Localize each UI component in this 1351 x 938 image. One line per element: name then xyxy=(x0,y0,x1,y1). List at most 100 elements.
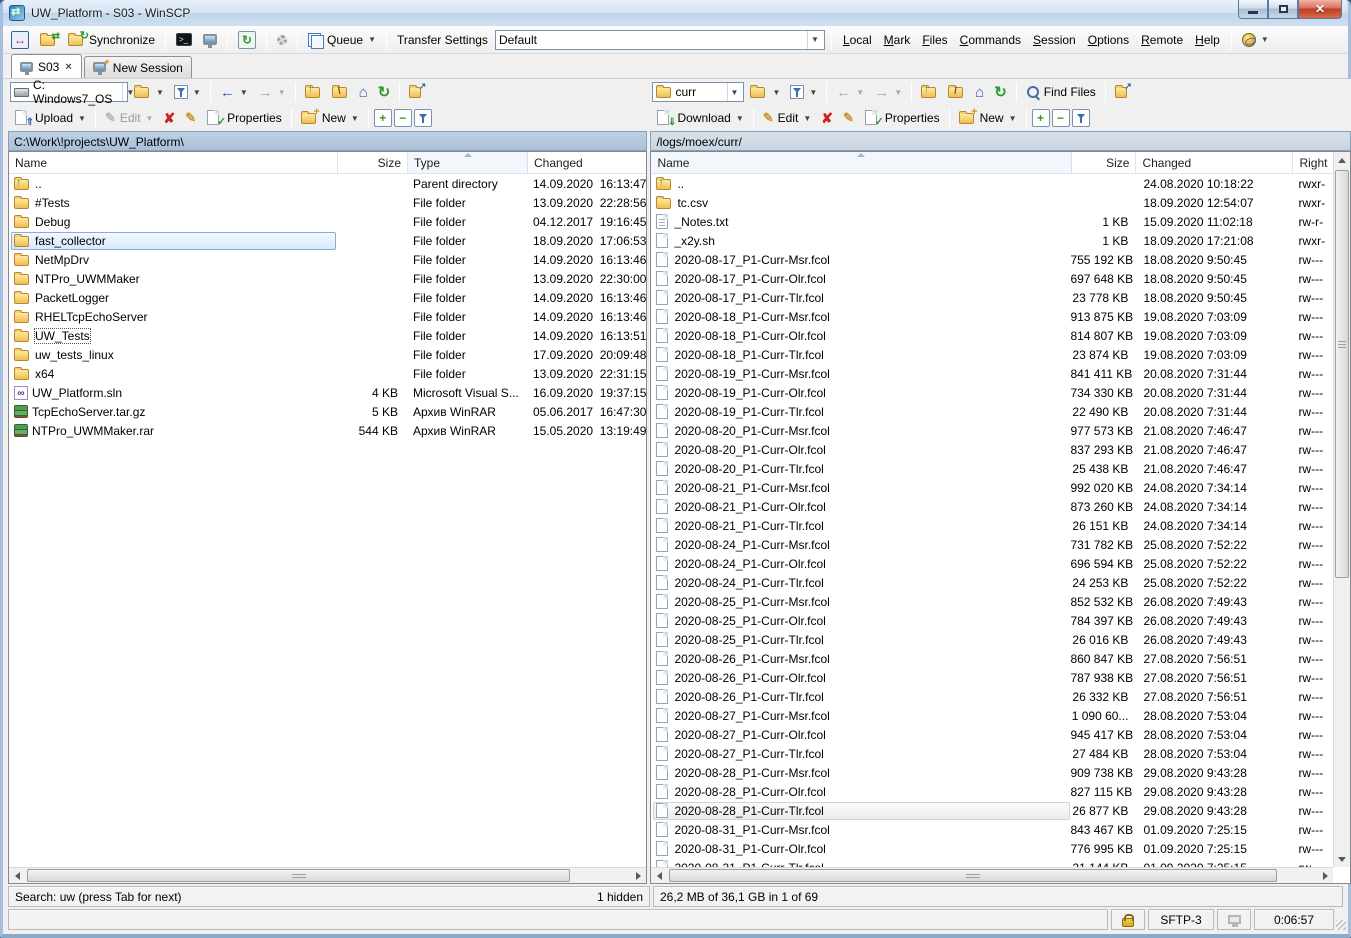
file-row[interactable]: 2020-08-26_P1-Curr-Msr.fcol860 847 KB27.… xyxy=(651,649,1333,668)
add-symlink-button[interactable]: ↗ xyxy=(405,80,430,104)
file-row[interactable]: 2020-08-19_P1-Curr-Olr.fcol734 330 KB20.… xyxy=(651,383,1333,402)
file-row[interactable]: 2020-08-20_P1-Curr-Olr.fcol837 293 KB21.… xyxy=(651,440,1333,459)
file-row[interactable]: 2020-08-27_P1-Curr-Msr.fcol1 090 60...28… xyxy=(651,706,1333,725)
file-row[interactable]: 2020-08-26_P1-Curr-Olr.fcol787 938 KB27.… xyxy=(651,668,1333,687)
menu-files[interactable]: Files xyxy=(917,31,952,49)
file-row[interactable]: uw_tests_linuxFile folder17.09.2020 20:0… xyxy=(9,345,646,364)
download-button[interactable]: ⇓ Download▼ xyxy=(652,106,747,130)
home-directory-button[interactable]: ⌂ xyxy=(971,80,988,104)
menu-options[interactable]: Options xyxy=(1083,31,1134,49)
column-header-size[interactable]: Size xyxy=(338,152,408,173)
column-header-name[interactable]: Name xyxy=(651,152,1072,173)
file-row[interactable]: _Notes.txt1 KB15.09.2020 11:02:18rw-r- xyxy=(651,212,1333,231)
root-directory-button[interactable]: \ xyxy=(328,80,353,104)
file-row[interactable]: 2020-08-19_P1-Curr-Msr.fcol841 411 KB20.… xyxy=(651,364,1333,383)
column-header-name[interactable]: Name xyxy=(9,152,338,173)
close-button[interactable]: ✕ xyxy=(1298,0,1342,19)
file-row[interactable]: NTPro_UWMMakerFile folder13.09.2020 22:3… xyxy=(9,269,646,288)
selection-mask-button[interactable] xyxy=(1072,109,1090,127)
open-console-button[interactable]: >_ xyxy=(172,28,196,52)
scroll-right-icon[interactable] xyxy=(630,868,646,884)
file-row[interactable]: 2020-08-17_P1-Curr-Msr.fcol755 192 KB18.… xyxy=(651,250,1333,269)
menu-local[interactable]: Local xyxy=(838,31,877,49)
transfer-settings-combo[interactable]: Default ▼ xyxy=(495,30,825,50)
new-button[interactable]: + New▼ xyxy=(297,106,363,130)
file-row[interactable]: NetMpDrvFile folder14.09.2020 16:13:46 xyxy=(9,250,646,269)
resize-grip[interactable] xyxy=(1336,920,1346,930)
rename-button[interactable]: ✎ xyxy=(181,106,200,130)
file-row[interactable]: 2020-08-21_P1-Curr-Tlr.fcol26 151 KB24.0… xyxy=(651,516,1333,535)
forward-button[interactable]: →▼ xyxy=(870,80,906,104)
parent-directory-button[interactable]: ↑ xyxy=(301,80,326,104)
file-row[interactable]: 2020-08-19_P1-Curr-Tlr.fcol22 490 KB20.0… xyxy=(651,402,1333,421)
file-row[interactable]: 2020-08-26_P1-Curr-Tlr.fcol26 332 KB27.0… xyxy=(651,687,1333,706)
file-row[interactable]: ↑..24.08.2020 10:18:22rwxr- xyxy=(651,174,1333,193)
file-row[interactable]: 2020-08-24_P1-Curr-Olr.fcol696 594 KB25.… xyxy=(651,554,1333,573)
synchronize-button[interactable]: ↻ Synchronize xyxy=(64,28,159,52)
explorer-style-button[interactable]: ▼ xyxy=(1238,28,1273,52)
file-row[interactable]: 2020-08-25_P1-Curr-Olr.fcol784 397 KB26.… xyxy=(651,611,1333,630)
selection-mask-button[interactable] xyxy=(414,109,432,127)
file-row[interactable]: 2020-08-31_P1-Curr-Tlr.fcol21 144 KB01.0… xyxy=(651,858,1333,867)
connection-section[interactable] xyxy=(1217,909,1251,930)
file-row[interactable]: NTPro_UWMMaker.rar544 KBАрхив WinRAR15.0… xyxy=(9,421,646,440)
file-row[interactable]: 2020-08-25_P1-Curr-Tlr.fcol26 016 KB26.0… xyxy=(651,630,1333,649)
filter-button[interactable]: ▼ xyxy=(170,80,205,104)
root-directory-button[interactable]: / xyxy=(944,80,969,104)
file-row[interactable]: 2020-08-21_P1-Curr-Olr.fcol873 260 KB24.… xyxy=(651,497,1333,516)
file-row[interactable]: 2020-08-24_P1-Curr-Tlr.fcol24 253 KB25.0… xyxy=(651,573,1333,592)
file-row[interactable]: fast_collectorFile folder18.09.2020 17:0… xyxy=(9,231,646,250)
select-files-button[interactable]: + xyxy=(374,109,392,127)
tab-close-icon[interactable]: × xyxy=(64,61,72,73)
filter-button[interactable]: ▼ xyxy=(786,80,821,104)
open-directory-button[interactable]: ▼ xyxy=(130,80,168,104)
menu-help[interactable]: Help xyxy=(1190,31,1225,49)
file-row[interactable]: ↑..Parent directory14.09.2020 16:13:47 xyxy=(9,174,646,193)
upload-button[interactable]: ⇑ Upload▼ xyxy=(10,106,90,130)
open-directory-button[interactable]: ▼ xyxy=(746,80,784,104)
swap-panels-button[interactable]: ↔ xyxy=(7,28,33,52)
chevron-down-icon[interactable]: ▼ xyxy=(1261,35,1269,44)
file-row[interactable]: 2020-08-28_P1-Curr-Tlr.fcol26 877 KB29.0… xyxy=(651,801,1333,820)
file-row[interactable]: 2020-08-27_P1-Curr-Olr.fcol945 417 KB28.… xyxy=(651,725,1333,744)
properties-button[interactable]: ✓ Properties xyxy=(202,106,286,130)
column-header-changed[interactable]: Changed xyxy=(1136,152,1293,173)
file-row[interactable]: ∞UW_Platform.sln4 KBMicrosoft Visual S..… xyxy=(9,383,646,402)
file-row[interactable]: #TestsFile folder13.09.2020 22:28:56 xyxy=(9,193,646,212)
scroll-down-icon[interactable] xyxy=(1334,851,1350,867)
menu-remote[interactable]: Remote xyxy=(1136,31,1188,49)
encryption-section[interactable] xyxy=(1111,909,1145,930)
column-header-type[interactable]: Type xyxy=(408,152,528,173)
column-header-rights[interactable]: Right xyxy=(1293,152,1333,173)
maximize-button[interactable] xyxy=(1268,0,1298,19)
scroll-right-icon[interactable] xyxy=(1317,868,1333,884)
scroll-up-icon[interactable] xyxy=(1334,152,1350,168)
add-symlink-button[interactable]: ↗ xyxy=(1111,80,1136,104)
file-row[interactable]: 2020-08-18_P1-Curr-Tlr.fcol23 874 KB19.0… xyxy=(651,345,1333,364)
unselect-files-button[interactable]: − xyxy=(1052,109,1070,127)
menu-commands[interactable]: Commands xyxy=(955,31,1026,49)
home-directory-button[interactable]: ⌂ xyxy=(355,80,372,104)
forward-button[interactable]: →▼ xyxy=(254,80,290,104)
select-files-button[interactable]: + xyxy=(1032,109,1050,127)
menu-mark[interactable]: Mark xyxy=(879,31,916,49)
file-row[interactable]: UW_TestsFile folder14.09.2020 16:13:51 xyxy=(9,326,646,345)
drive-combo[interactable]: C: Windows7_OS ▼ xyxy=(10,82,128,102)
protocol-section[interactable]: SFTP-3 xyxy=(1148,909,1214,930)
file-row[interactable]: DebugFile folder04.12.2017 19:16:45 xyxy=(9,212,646,231)
file-row[interactable]: tc.csv18.09.2020 12:54:07rwxr- xyxy=(651,193,1333,212)
rename-button[interactable]: ✎ xyxy=(839,106,858,130)
unselect-files-button[interactable]: − xyxy=(394,109,412,127)
local-path-bar[interactable]: C:\Work\!projects\UW_Platform\ xyxy=(8,131,647,151)
synchronize-browsing-button[interactable]: ⇄ xyxy=(36,28,61,52)
back-button[interactable]: ←▼ xyxy=(216,80,252,104)
new-button[interactable]: + New▼ xyxy=(955,106,1021,130)
edit-button[interactable]: ✎ Edit▼ xyxy=(101,106,158,130)
scroll-left-icon[interactable] xyxy=(9,868,25,884)
file-row[interactable]: 2020-08-18_P1-Curr-Olr.fcol814 807 KB19.… xyxy=(651,326,1333,345)
open-in-putty-button[interactable] xyxy=(199,28,221,52)
refresh-button[interactable]: ↻ xyxy=(990,80,1011,104)
scroll-left-icon[interactable] xyxy=(651,868,667,884)
file-row[interactable]: 2020-08-21_P1-Curr-Msr.fcol992 020 KB24.… xyxy=(651,478,1333,497)
tab-s03[interactable]: S03 × xyxy=(11,54,82,78)
